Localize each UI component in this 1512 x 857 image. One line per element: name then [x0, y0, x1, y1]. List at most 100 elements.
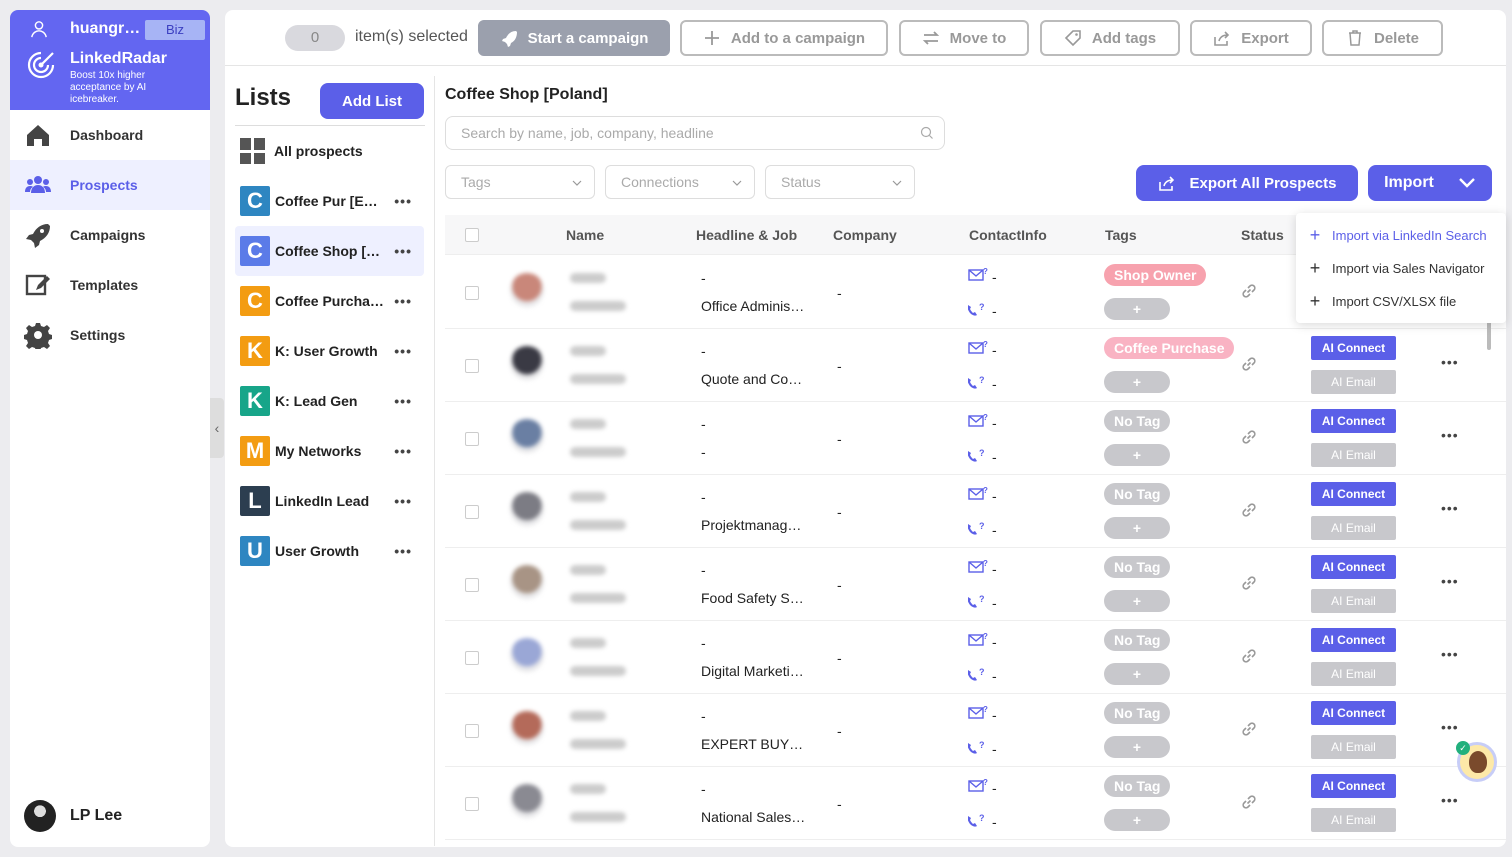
list-all-prospects[interactable]: All prospects: [235, 126, 424, 176]
more-options-icon[interactable]: •••: [1441, 646, 1459, 662]
select-all-checkbox[interactable]: [465, 228, 479, 242]
list-item[interactable]: L LinkedIn Lead •••: [235, 476, 424, 526]
tag-badge[interactable]: No Tag: [1104, 483, 1171, 505]
phone-contact[interactable]: ? -: [967, 812, 997, 831]
avatar[interactable]: [510, 711, 544, 745]
ai-connect-button[interactable]: AI Connect: [1311, 774, 1396, 798]
import-linkedin-search-item[interactable]: + Import via LinkedIn Search: [1308, 225, 1487, 246]
link-icon[interactable]: [1240, 501, 1258, 519]
email-contact[interactable]: ? -: [968, 267, 997, 286]
table-row[interactable]: - - -? -? - No Tag + AI Connect AI Email •••: [445, 402, 1506, 475]
list-item[interactable]: U User Growth •••: [235, 526, 424, 576]
more-options-icon[interactable]: •••: [394, 343, 412, 359]
list-item[interactable]: K K: User Growth •••: [235, 326, 424, 376]
list-item[interactable]: C Coffee Pur [E… •••: [235, 176, 424, 226]
col-headline[interactable]: Headline & Job: [696, 227, 797, 243]
phone-contact[interactable]: ? -: [967, 301, 997, 320]
table-row[interactable]: - Projektmanag… -? -? - No Tag + AI Connect AI E…: [445, 475, 1506, 548]
list-item[interactable]: C Coffee Shop [… •••: [235, 226, 424, 276]
ai-email-button[interactable]: AI Email: [1311, 662, 1396, 686]
phone-contact[interactable]: ? -: [967, 666, 997, 685]
add-list-button[interactable]: Add List: [320, 83, 424, 119]
avatar[interactable]: [510, 784, 544, 818]
avatar[interactable]: [510, 565, 544, 599]
ai-connect-button[interactable]: AI Connect: [1311, 336, 1396, 360]
connections-filter[interactable]: Connections: [605, 165, 755, 199]
row-checkbox[interactable]: [465, 505, 479, 519]
nav-prospects[interactable]: Prospects: [10, 160, 210, 210]
more-options-icon[interactable]: •••: [1441, 500, 1459, 516]
ai-email-button[interactable]: AI Email: [1311, 516, 1396, 540]
ai-email-button[interactable]: AI Email: [1311, 589, 1396, 613]
email-contact[interactable]: ? -: [968, 413, 997, 432]
row-checkbox[interactable]: [465, 286, 479, 300]
row-checkbox[interactable]: [465, 651, 479, 665]
table-row[interactable]: - Digital Marketi… -? -? - No Tag + AI Connect A…: [445, 621, 1506, 694]
table-row[interactable]: - Quote and Co… -? -? - Coffee Purchase + AI Co…: [445, 329, 1506, 402]
table-row[interactable]: - National Sales… -? -? - No Tag + AI Connect AI…: [445, 767, 1506, 840]
more-options-icon[interactable]: •••: [1441, 792, 1459, 808]
more-options-icon[interactable]: •••: [1441, 573, 1459, 589]
row-checkbox[interactable]: [465, 432, 479, 446]
link-icon[interactable]: [1240, 793, 1258, 811]
ai-connect-button[interactable]: AI Connect: [1311, 701, 1396, 725]
avatar[interactable]: [510, 346, 544, 380]
delete-button[interactable]: Delete: [1322, 20, 1443, 56]
email-contact[interactable]: ? -: [968, 632, 997, 651]
col-contact[interactable]: ContactInfo: [969, 227, 1047, 243]
list-item[interactable]: C Coffee Purcha… •••: [235, 276, 424, 326]
avatar[interactable]: [510, 638, 544, 672]
link-icon[interactable]: [1240, 282, 1258, 300]
more-options-icon[interactable]: •••: [394, 193, 412, 209]
import-csv-item[interactable]: + Import CSV/XLSX file: [1308, 291, 1457, 312]
ai-email-button[interactable]: AI Email: [1311, 443, 1396, 467]
more-options-icon[interactable]: •••: [1441, 354, 1459, 370]
avatar[interactable]: [510, 419, 544, 453]
ai-email-button[interactable]: AI Email: [1311, 808, 1396, 832]
more-options-icon[interactable]: •••: [1441, 427, 1459, 443]
export-all-prospects-button[interactable]: Export All Prospects: [1136, 165, 1358, 201]
table-row[interactable]: - EXPERT BUY… -? -? - No Tag + AI Connect AI Ema…: [445, 694, 1506, 767]
ai-email-button[interactable]: AI Email: [1311, 370, 1396, 394]
search-input[interactable]: Search by name, job, company, headline: [445, 116, 945, 150]
col-status[interactable]: Status: [1241, 227, 1284, 243]
more-options-icon[interactable]: •••: [1441, 719, 1459, 735]
nav-templates[interactable]: Templates: [10, 260, 210, 310]
tag-badge[interactable]: No Tag: [1104, 556, 1171, 578]
add-tag-button[interactable]: +: [1104, 298, 1170, 320]
email-contact[interactable]: ? -: [968, 340, 997, 359]
phone-contact[interactable]: ? -: [967, 739, 997, 758]
move-to-button[interactable]: Move to: [899, 20, 1029, 56]
row-checkbox[interactable]: [465, 797, 479, 811]
add-tag-button[interactable]: +: [1104, 809, 1170, 831]
col-name[interactable]: Name: [566, 227, 604, 243]
tag-badge[interactable]: Coffee Purchase: [1104, 337, 1235, 359]
avatar[interactable]: [510, 492, 544, 526]
email-contact[interactable]: ? -: [968, 486, 997, 505]
support-chat-button[interactable]: ✓: [1456, 741, 1497, 782]
more-options-icon[interactable]: •••: [394, 443, 412, 459]
email-contact[interactable]: ? -: [968, 559, 997, 578]
add-tags-button[interactable]: Add tags: [1040, 20, 1180, 56]
user-icon[interactable]: [30, 20, 48, 38]
more-options-icon[interactable]: •••: [394, 243, 412, 259]
phone-contact[interactable]: ? -: [967, 447, 997, 466]
tag-badge[interactable]: No Tag: [1104, 702, 1171, 724]
nav-dashboard[interactable]: Dashboard: [10, 110, 210, 160]
col-company[interactable]: Company: [833, 227, 897, 243]
tag-badge[interactable]: Shop Owner: [1104, 264, 1207, 286]
phone-contact[interactable]: ? -: [967, 520, 997, 539]
link-icon[interactable]: [1240, 355, 1258, 373]
add-tag-button[interactable]: +: [1104, 517, 1170, 539]
nav-settings[interactable]: Settings: [10, 310, 210, 360]
status-filter[interactable]: Status: [765, 165, 915, 199]
more-options-icon[interactable]: •••: [394, 493, 412, 509]
list-item[interactable]: M My Networks •••: [235, 426, 424, 476]
link-icon[interactable]: [1240, 428, 1258, 446]
tags-filter[interactable]: Tags: [445, 165, 595, 199]
link-icon[interactable]: [1240, 574, 1258, 592]
tag-badge[interactable]: No Tag: [1104, 775, 1171, 797]
more-options-icon[interactable]: •••: [394, 543, 412, 559]
ai-connect-button[interactable]: AI Connect: [1311, 628, 1396, 652]
add-tag-button[interactable]: +: [1104, 663, 1170, 685]
